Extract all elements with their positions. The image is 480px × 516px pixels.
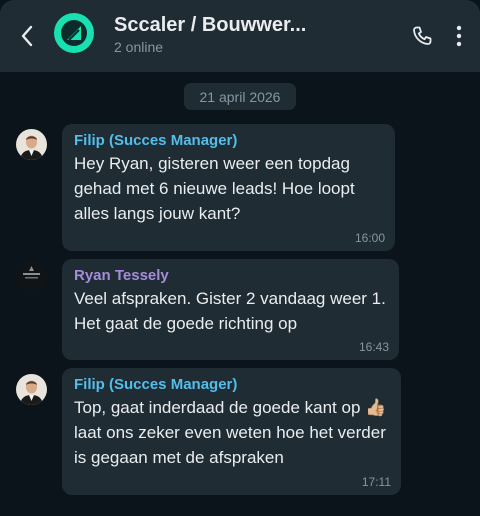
more-vertical-icon[interactable] — [451, 24, 467, 48]
chat-subtitle: 2 online — [114, 39, 164, 55]
chevron-left-icon[interactable] — [16, 24, 38, 48]
chat-title[interactable]: Sccaler / Bouwwer... — [114, 14, 306, 37]
avatar-ryan[interactable] — [16, 260, 47, 291]
date-separator: 21 april 2026 — [184, 83, 296, 110]
message-bubble[interactable]: Filip (Succes Manager) Hey Ryan, gistere… — [62, 124, 395, 251]
avatar-filip[interactable] — [16, 129, 47, 160]
message-text: Hey Ryan, gisteren weer een topdag gehad… — [74, 154, 355, 223]
message-bubble[interactable]: Filip (Succes Manager) Top, gaat inderda… — [62, 368, 401, 495]
phone-icon[interactable] — [410, 24, 434, 48]
message-time: 17:11 — [361, 475, 391, 489]
avatar-filip[interactable] — [16, 374, 47, 405]
chat-header: Sccaler / Bouwwer... 2 online — [0, 0, 480, 72]
message-time: 16:43 — [358, 340, 389, 354]
message-sender: Filip (Succes Manager) — [74, 132, 238, 149]
sccaler-logo-icon — [61, 20, 87, 46]
message-time: 16:00 — [354, 231, 385, 245]
message-text: Veel afspraken. Gister 2 vandaag weer 1.… — [74, 289, 386, 333]
message-bubble[interactable]: Ryan Tessely Veel afspraken. Gister 2 va… — [62, 259, 399, 360]
group-avatar[interactable] — [54, 13, 94, 53]
message-text: Top, gaat inderdaad de goede kant op 👍🏼 … — [74, 398, 387, 467]
message-sender: Ryan Tessely — [74, 267, 169, 284]
message-sender: Filip (Succes Manager) — [74, 376, 238, 393]
